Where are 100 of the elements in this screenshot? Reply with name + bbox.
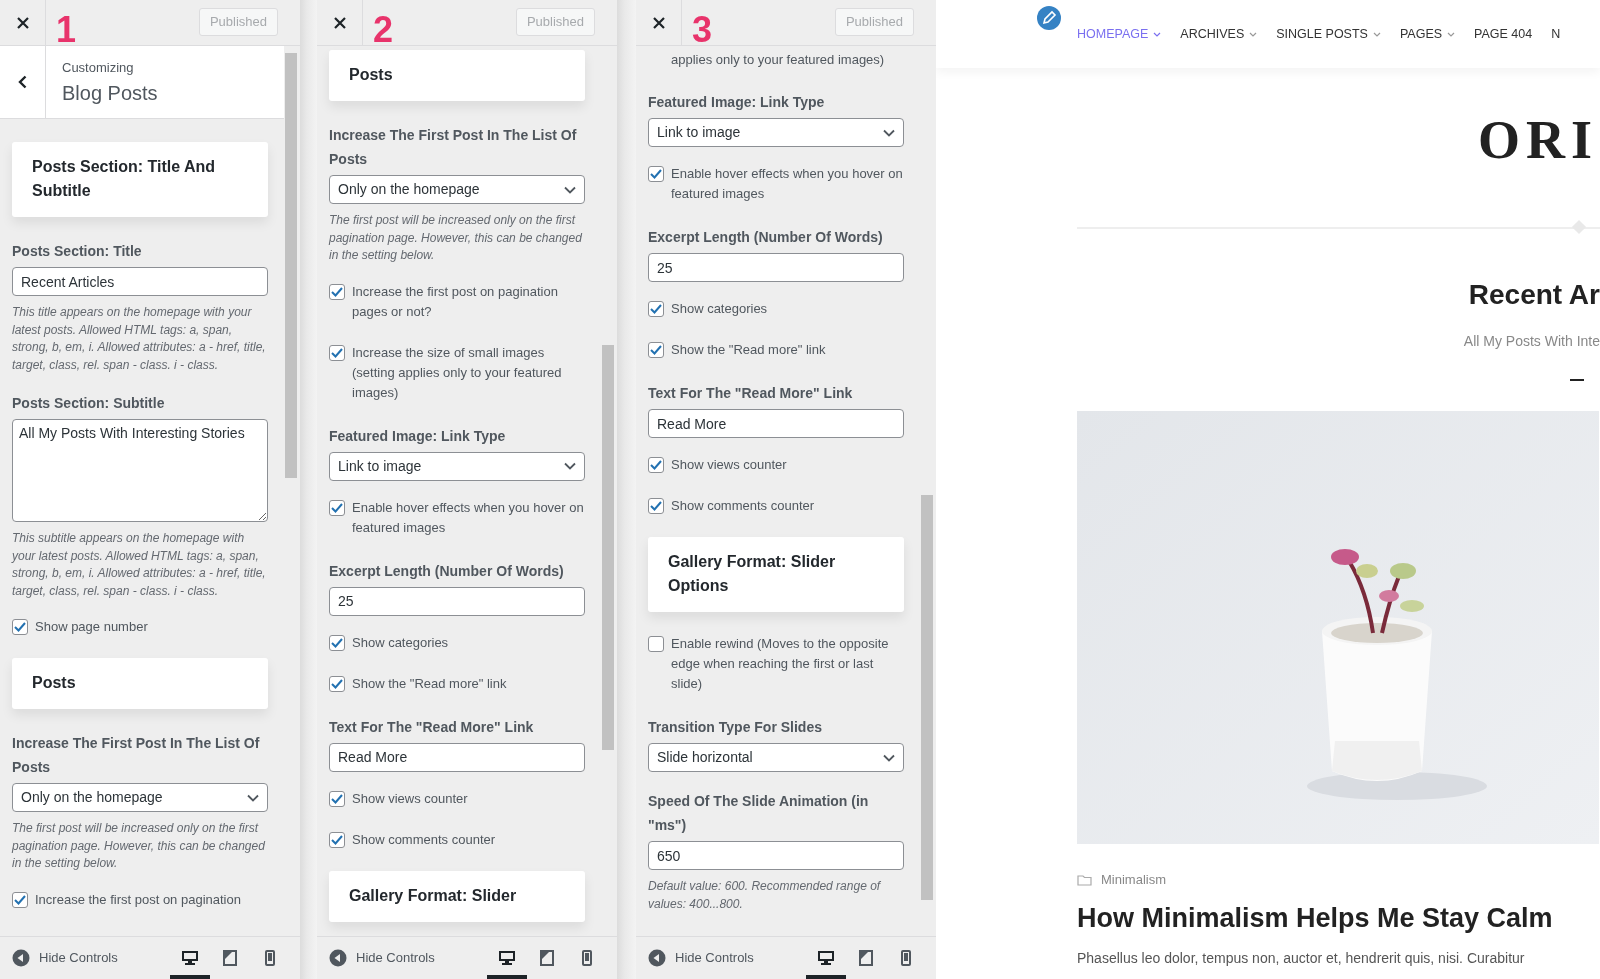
select-field[interactable]: Link to image [329, 451, 585, 481]
checkbox-label: Enable hover effects when you hover on featured images [352, 498, 585, 537]
text-field[interactable]: 650 [648, 841, 904, 870]
checkbox-label: Show views counter [352, 789, 468, 808]
chevron-down-icon [883, 128, 895, 137]
field-label: Posts Section: Subtitle [12, 394, 166, 413]
text-field[interactable]: 25 [648, 253, 904, 282]
checkbox-label: Increase the size of small images (setting applies only to your featured images) [352, 343, 563, 402]
text-area[interactable]: All My Posts With Interesting Stories [12, 419, 268, 522]
tablet-icon [859, 950, 873, 966]
arrow-circle-icon [12, 949, 30, 967]
chevron-down-icon [564, 462, 576, 470]
checkbox-label: Increase the first post on pagination [35, 890, 241, 909]
field-label: Excerpt Length (Number Of Words) [329, 561, 565, 581]
field-label: Increase The First Post In The List Of Posts [329, 126, 578, 169]
hide-controls-button[interactable]: Hide Controls [648, 948, 754, 968]
checkbox[interactable] [329, 344, 345, 361]
select-field[interactable]: Link to image [648, 118, 904, 147]
menu-item[interactable]: N [1551, 24, 1561, 44]
checkbox[interactable] [648, 166, 664, 182]
section-heading: Posts [349, 66, 393, 83]
checkbox[interactable] [12, 891, 28, 908]
text-field[interactable]: Recent Articles [12, 267, 268, 296]
post-title: How Minimalism Helps Me Stay Calm [1077, 901, 1554, 934]
field-label: Increase The First Post In The List Of Posts [12, 734, 261, 777]
menu-item[interactable]: PAGES [1399, 24, 1456, 44]
hide-controls-button[interactable]: Hide Controls [329, 948, 435, 968]
chevron-down-icon [883, 753, 895, 762]
arrow-circle-icon [648, 949, 666, 967]
section-heading: Gallery Format: Slider Options [668, 553, 836, 594]
checkbox[interactable] [329, 634, 345, 651]
checkbox-label: Show the "Read more" link [352, 674, 507, 693]
tablet-icon [223, 950, 237, 966]
section-heading: Posts Section: Title And Subtitle [32, 158, 216, 199]
panel-number: 2 [373, 12, 394, 48]
field-label: Speed Of The Slide Animation (in "ms") [648, 792, 870, 835]
checkbox[interactable] [648, 457, 664, 473]
checkbox-label: Show views counter [671, 456, 787, 474]
checkbox[interactable] [648, 342, 664, 358]
select-field[interactable]: Slide horizontal [648, 743, 904, 772]
checkbox[interactable] [12, 619, 28, 635]
checkbox[interactable] [648, 498, 664, 514]
checkbox[interactable] [648, 301, 664, 317]
checkbox-label: Show comments counter [671, 497, 815, 515]
checkbox[interactable] [329, 499, 345, 516]
checkbox-label: Enable hover effects when you hover on featured images [671, 165, 904, 203]
checkbox[interactable] [329, 790, 345, 807]
panel-number: 3 [692, 12, 713, 48]
breadcrumb-label: Customizing [62, 61, 135, 74]
field-label: Transition Type For Slides [648, 718, 823, 737]
menu-item[interactable]: SINGLE POSTS [1276, 24, 1381, 44]
menu-item[interactable]: ARCHIVES [1180, 24, 1258, 44]
menu-item[interactable]: PAGE 404 [1474, 24, 1533, 44]
scrollbar[interactable] [285, 53, 297, 478]
arrow-circle-icon [329, 949, 347, 967]
category-link[interactable]: Minimalism [1101, 870, 1166, 890]
text-field[interactable]: Read More [648, 409, 904, 438]
monitor-icon [817, 950, 835, 966]
checkbox-label: Show categories [352, 633, 449, 652]
section-subheading: All My Posts With Inte [1462, 332, 1600, 351]
text-field[interactable]: Read More [329, 742, 585, 772]
chevron-down-icon [564, 185, 576, 194]
field-label: Text For The "Read More" Link [648, 384, 854, 403]
scrollbar[interactable] [602, 345, 614, 750]
field-hint: The first post will be increased only on the first pagination page. However, this can be changed in the setting below. [329, 212, 583, 264]
checkbox-label: Show categories [671, 300, 768, 318]
field-label: Excerpt Length (Number Of Words) [648, 228, 884, 247]
panel-title: Blog Posts [62, 83, 158, 103]
checkbox[interactable] [329, 831, 345, 848]
site-logo: ORI [1477, 113, 1599, 167]
field-hint: Default value: 600. Recommended range of values: 400...800. [648, 878, 882, 913]
phone-icon [901, 950, 911, 966]
checkbox[interactable] [329, 675, 345, 692]
chevron-left-icon [18, 75, 27, 89]
menu-item[interactable]: HOMEPAGE [1077, 24, 1162, 44]
checkbox[interactable] [329, 283, 345, 300]
close-icon [652, 16, 665, 29]
pencil-icon[interactable] [1034, 3, 1064, 33]
field-label: Text For The "Read More" Link [329, 717, 535, 737]
checkbox[interactable] [648, 636, 664, 652]
monitor-icon [498, 950, 516, 966]
field-label: Featured Image: Link Type [648, 93, 826, 112]
monitor-icon [181, 950, 199, 966]
tablet-icon [540, 950, 554, 966]
field-label: Posts Section: Title [12, 242, 143, 261]
section-heading: Gallery Format: Slider [349, 886, 517, 904]
hide-controls-button[interactable]: Hide Controls [12, 948, 118, 968]
field-label: Featured Image: Link Type [329, 426, 507, 446]
section-heading: Posts [32, 674, 76, 691]
chevron-down-icon [247, 793, 259, 802]
close-icon [333, 16, 346, 29]
phone-icon [582, 950, 592, 966]
checkbox-label: Show comments counter [352, 830, 496, 849]
checkbox-label: Enable rewind (Moves to the opposite edge when reaching the first or last slide) [671, 635, 890, 693]
checkbox-label: Show the "Read more" link [671, 341, 826, 359]
field-hint: The first post will be increased only on the first pagination page. However, this can be changed in the setting below. [12, 820, 266, 872]
text-field[interactable]: 25 [329, 586, 585, 616]
select-field[interactable]: Only on the homepage [12, 783, 268, 812]
select-field[interactable]: Only on the homepage [329, 175, 585, 204]
scrollbar[interactable] [921, 495, 933, 900]
